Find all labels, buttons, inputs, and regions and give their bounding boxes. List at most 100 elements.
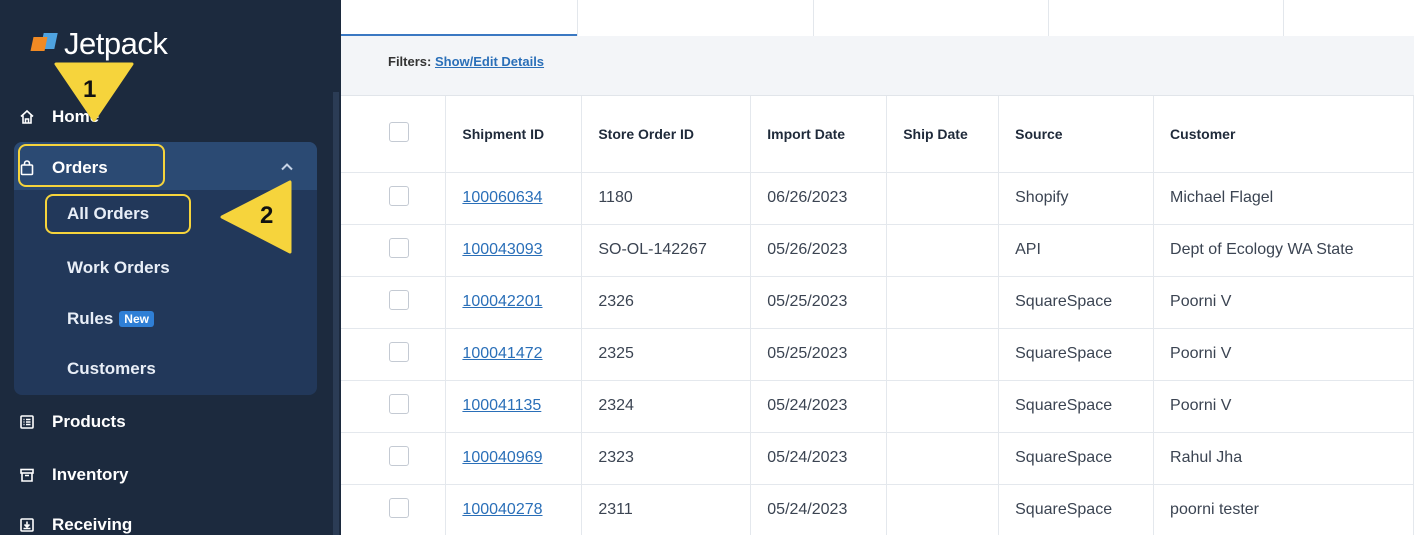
inbox-download-icon: [18, 516, 36, 534]
source: SquareSpace: [998, 484, 1155, 535]
store-order-id: 2325: [581, 328, 752, 381]
source: API: [998, 224, 1155, 277]
orders-highlight: [18, 144, 165, 187]
import-date: 05/24/2023: [750, 380, 888, 433]
column-header-import-date[interactable]: Import Date: [750, 96, 888, 173]
shipment-id-link[interactable]: 100060634: [445, 172, 583, 225]
list-box-icon: [18, 413, 36, 431]
customer: Dept of Ecology WA State: [1153, 224, 1414, 277]
table-row[interactable]: 100043093 SO-OL-142267 05/26/2023 API De…: [341, 224, 1414, 277]
app-name: Jetpack: [64, 26, 168, 61]
orders-table: Shipment ID Store Order ID Import Date S…: [341, 96, 1414, 535]
ship-date: [886, 328, 1000, 381]
sidebar-item-label: Products: [52, 412, 126, 431]
step-2-callout: 2: [220, 180, 292, 254]
shipment-id-link[interactable]: 100041472: [445, 328, 583, 381]
show-edit-filters-link[interactable]: Show/Edit Details: [435, 54, 544, 69]
source: SquareSpace: [998, 432, 1155, 485]
import-date: 06/26/2023: [750, 172, 888, 225]
main-content: Filters: Show/Edit Details Shipment ID S…: [341, 0, 1414, 535]
app-logo[interactable]: Jetpack: [30, 24, 168, 64]
filters-label-text: Filters:: [388, 54, 432, 69]
sidebar-subitem-label: Work Orders: [67, 258, 170, 277]
import-date: 05/26/2023: [750, 224, 888, 277]
import-date: 05/24/2023: [750, 432, 888, 485]
jetpack-logo-icon: [30, 31, 60, 57]
customer: Poorni V: [1153, 380, 1414, 433]
store-order-id: 2324: [581, 380, 752, 433]
shipment-id-link[interactable]: 100040278: [445, 484, 583, 535]
store-order-id: 2323: [581, 432, 752, 485]
sidebar-item-label: Inventory: [52, 465, 129, 484]
column-header-ship-date[interactable]: Ship Date: [886, 96, 1000, 173]
new-badge: New: [119, 311, 154, 327]
shipment-id-link[interactable]: 100042201: [445, 276, 583, 329]
all-orders-highlight: [45, 194, 191, 234]
tab-divider: [577, 0, 578, 36]
row-checkbox[interactable]: [389, 445, 409, 466]
step-2-number: 2: [260, 202, 274, 229]
table-row[interactable]: 100041472 2325 05/25/2023 SquareSpace Po…: [341, 328, 1414, 381]
sidebar-subitem-rules[interactable]: Rules New: [67, 304, 154, 334]
chevron-up-icon[interactable]: [280, 160, 294, 174]
row-checkbox[interactable]: [389, 393, 409, 414]
ship-date: [886, 224, 1000, 277]
column-header-shipment-id[interactable]: Shipment ID: [445, 96, 583, 173]
sidebar-item-receiving[interactable]: Receiving: [18, 508, 132, 535]
customer: Rahul Jha: [1153, 432, 1414, 485]
filters-label: Filters: Show/Edit Details: [388, 54, 544, 69]
table-row[interactable]: 100040969 2323 05/24/2023 SquareSpace Ra…: [341, 432, 1414, 485]
home-icon: [18, 108, 36, 126]
step-1-callout: 1: [54, 62, 134, 122]
column-header-customer[interactable]: Customer: [1153, 96, 1414, 173]
store-order-id: 2326: [581, 276, 752, 329]
row-checkbox[interactable]: [389, 497, 409, 518]
source: SquareSpace: [998, 380, 1155, 433]
store-order-id: 1180: [581, 172, 752, 225]
table-row[interactable]: 100060634 1180 06/26/2023 Shopify Michae…: [341, 172, 1414, 225]
ship-date: [886, 432, 1000, 485]
filters-bar: Filters: Show/Edit Details: [341, 36, 1414, 96]
table-row[interactable]: 100041135 2324 05/24/2023 SquareSpace Po…: [341, 380, 1414, 433]
row-checkbox[interactable]: [389, 341, 409, 362]
tab-divider: [813, 0, 814, 36]
view-tabs: [341, 0, 1414, 36]
shipment-id-link[interactable]: 100041135: [445, 380, 583, 433]
step-1-number: 1: [83, 76, 97, 103]
customer: Poorni V: [1153, 276, 1414, 329]
customer: poorni tester: [1153, 484, 1414, 535]
table-row[interactable]: 100042201 2326 05/25/2023 SquareSpace Po…: [341, 276, 1414, 329]
sidebar-subitem-label: Rules: [67, 309, 114, 328]
shipment-id-link[interactable]: 100043093: [445, 224, 583, 277]
import-date: 05/25/2023: [750, 328, 888, 381]
table-row[interactable]: 100040278 2311 05/24/2023 SquareSpace po…: [341, 484, 1414, 535]
table-header-row: Shipment ID Store Order ID Import Date S…: [341, 96, 1414, 173]
shipment-id-link[interactable]: 100040969: [445, 432, 583, 485]
tab-divider: [1283, 0, 1284, 36]
import-date: 05/25/2023: [750, 276, 888, 329]
select-all-checkbox[interactable]: [389, 122, 409, 143]
ship-date: [886, 484, 1000, 535]
row-checkbox[interactable]: [389, 185, 409, 206]
import-date: 05/24/2023: [750, 484, 888, 535]
column-header-source[interactable]: Source: [998, 96, 1155, 173]
row-checkbox[interactable]: [389, 289, 409, 310]
sidebar-item-inventory[interactable]: Inventory: [18, 458, 129, 492]
select-all-cell: [341, 96, 447, 173]
source: SquareSpace: [998, 276, 1155, 329]
row-checkbox[interactable]: [389, 237, 409, 258]
source: Shopify: [998, 172, 1155, 225]
ship-date: [886, 380, 1000, 433]
sidebar-subitem-work-orders[interactable]: Work Orders: [67, 253, 170, 283]
customer: Michael Flagel: [1153, 172, 1414, 225]
column-header-store-order-id[interactable]: Store Order ID: [581, 96, 752, 173]
store-order-id: SO-OL-142267: [581, 224, 752, 277]
tab-divider: [1048, 0, 1049, 36]
sidebar-subitem-label: Customers: [67, 359, 156, 378]
ship-date: [886, 276, 1000, 329]
store-order-id: 2311: [581, 484, 752, 535]
sidebar-subitem-customers[interactable]: Customers: [67, 354, 156, 384]
sidebar: Jetpack Home Orders All Orders Work Orde…: [0, 0, 341, 535]
sidebar-item-products[interactable]: Products: [18, 405, 126, 439]
ship-date: [886, 172, 1000, 225]
